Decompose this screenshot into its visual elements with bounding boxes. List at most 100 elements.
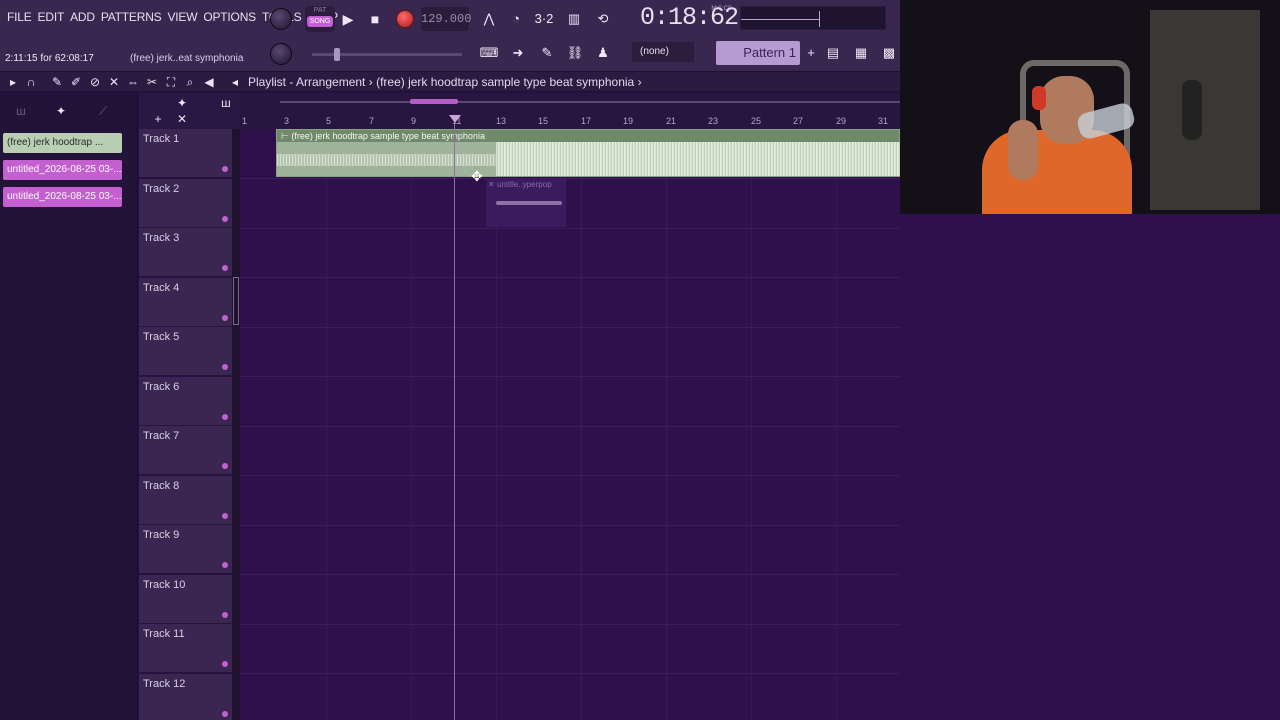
- step-edit-icon[interactable]: ▥: [561, 7, 587, 31]
- link-icon[interactable]: ⛓: [562, 41, 588, 65]
- picker-link-icon[interactable]: ⟋: [94, 101, 112, 121]
- track-header[interactable]: Track 10: [139, 574, 232, 624]
- track-header[interactable]: Track 6: [139, 376, 232, 426]
- mute-tool-icon[interactable]: ✕: [105, 72, 123, 92]
- zoom-tool-icon[interactable]: ⌕: [181, 72, 199, 92]
- paint-tool-icon[interactable]: ✐: [67, 72, 85, 92]
- record-button[interactable]: [395, 9, 415, 29]
- monitor-tick: [819, 11, 820, 27]
- channel-rack-icon[interactable]: ▩: [876, 41, 902, 65]
- menu-options[interactable]: OPTIONS: [200, 10, 259, 24]
- slice-tool-icon[interactable]: ✂: [143, 72, 161, 92]
- track-mute-indicator[interactable]: [222, 314, 228, 321]
- webcam-shelf: [1150, 10, 1260, 210]
- piano-roll-icon[interactable]: ▦: [848, 41, 874, 65]
- delete-tool-icon[interactable]: ⊘: [86, 72, 104, 92]
- menu-view[interactable]: VIEW: [164, 10, 200, 24]
- master-pitch-knob[interactable]: [270, 43, 292, 65]
- timeline-ruler[interactable]: 1 3 5 7 9 11 13 15 17 19 21 23 25 27 29 …: [240, 93, 900, 129]
- track-grid-icon[interactable]: ш: [217, 93, 235, 113]
- metronome-icon[interactable]: ⋀: [476, 7, 502, 31]
- horizontal-scrollbar[interactable]: [280, 101, 900, 103]
- stop-button[interactable]: ■: [363, 7, 387, 31]
- countdown-icon[interactable]: 3·2: [531, 7, 557, 31]
- playlist-header: ▸ ∩ ✎ ✐ ⊘ ✕ ⇔ ✂ ⛶ ⌕ ◀ ◂ Playlist - Arran…: [0, 72, 900, 92]
- loop-record-icon[interactable]: ⟲: [590, 7, 616, 31]
- audio-clip[interactable]: ⊢ (free) jerk hoodtrap sample type beat …: [276, 129, 900, 177]
- track-scrollbar[interactable]: [232, 129, 240, 720]
- breadcrumb-arrow-icon: ›: [637, 75, 642, 89]
- track-name: Track 4: [143, 281, 180, 294]
- snap-select[interactable]: (none): [632, 42, 694, 62]
- master-slider-thumb[interactable]: [334, 48, 340, 61]
- arrangement-arrow-icon[interactable]: ◂: [226, 72, 244, 92]
- playhead-marker[interactable]: [449, 115, 461, 123]
- track-mute-indicator[interactable]: [222, 512, 228, 519]
- play-button[interactable]: ▶: [336, 7, 360, 31]
- audio-waveform-quiet: [277, 154, 496, 166]
- menu-patterns[interactable]: PATTERNS: [98, 10, 165, 24]
- menu-file[interactable]: FILE: [4, 10, 35, 24]
- tempo-display[interactable]: 129.000: [421, 7, 471, 31]
- track-mute-indicator[interactable]: [222, 166, 228, 172]
- wait-input-icon[interactable]: ◔: [503, 7, 529, 31]
- arrangement-area-extension[interactable]: [900, 214, 1280, 720]
- track-header[interactable]: Track 9: [139, 525, 232, 574]
- song-time-display[interactable]: 0:18:62 M:S:CS: [640, 2, 739, 34]
- track-mute-indicator[interactable]: [222, 710, 228, 717]
- track-scrollbar-thumb[interactable]: [233, 277, 239, 325]
- status-hint: (free) jerk..eat symphonia: [130, 53, 244, 64]
- pattern-selector[interactable]: Pattern 1: [716, 41, 800, 65]
- track-header[interactable]: Track 7: [139, 426, 232, 475]
- stamp-icon[interactable]: ♟: [590, 41, 616, 65]
- picker-clip-audio[interactable]: (free) jerk hoodtrap ...: [3, 133, 122, 153]
- playlist-icon[interactable]: ▤: [820, 41, 846, 65]
- magnet-icon[interactable]: ∩: [22, 72, 40, 92]
- track-header[interactable]: Track 2: [139, 178, 232, 228]
- track-mute-indicator[interactable]: [222, 413, 228, 420]
- select-tool-icon[interactable]: ⛶: [162, 72, 180, 92]
- pencil-tool-icon[interactable]: ✎: [48, 72, 66, 92]
- row-line: [240, 426, 900, 427]
- row-line: [240, 475, 900, 476]
- ruler-bar-number: 23: [708, 116, 719, 126]
- track-mute-indicator[interactable]: [222, 562, 228, 568]
- master-volume-knob[interactable]: [270, 8, 292, 30]
- track-header[interactable]: Track 12: [139, 673, 232, 720]
- pattern-clip[interactable]: ✕ untitle..yperpop: [486, 179, 566, 227]
- track-mute-indicator[interactable]: [222, 463, 228, 469]
- picker-filter-icon[interactable]: ш: [12, 101, 30, 121]
- picker-sort-icon[interactable]: ✦: [52, 101, 70, 121]
- track-mute-indicator[interactable]: [222, 215, 228, 222]
- playlist-menu-icon[interactable]: ▸: [4, 72, 22, 92]
- track-mode-icon[interactable]: ✦: [173, 93, 191, 113]
- picker-clip-pattern[interactable]: untitled_2026-08-25 03-...: [3, 187, 122, 207]
- breadcrumb-arrangement[interactable]: Playlist - Arrangement: [248, 75, 365, 89]
- playback-tool-icon[interactable]: ◀: [200, 72, 218, 92]
- track-header[interactable]: Track 8: [139, 475, 232, 525]
- track-mute-indicator[interactable]: [222, 661, 228, 667]
- track-mute-indicator[interactable]: [222, 364, 228, 370]
- track-header[interactable]: Track 4: [139, 277, 232, 327]
- add-track-icon[interactable]: +: [149, 109, 167, 129]
- picker-clip-pattern[interactable]: untitled_2026-08-25 03-...: [3, 160, 122, 180]
- horizontal-scrollbar-thumb[interactable]: [410, 99, 458, 104]
- menu-add[interactable]: ADD: [67, 10, 98, 24]
- track-mute-indicator[interactable]: [222, 611, 228, 618]
- track-header[interactable]: Track 3: [139, 228, 232, 277]
- arrangement-area[interactable]: 1 3 5 7 9 11 13 15 17 19 21 23 25 27 29 …: [240, 93, 900, 720]
- pencil-icon[interactable]: ✎: [534, 41, 560, 65]
- pat-song-toggle[interactable]: PAT SONG: [305, 6, 335, 32]
- arrow-right-icon[interactable]: ➜: [505, 41, 531, 65]
- grid-line: [666, 129, 667, 720]
- menu-edit[interactable]: EDIT: [35, 10, 68, 24]
- track-mute-indicator[interactable]: [222, 265, 228, 271]
- track-header[interactable]: Track 5: [139, 327, 232, 376]
- breadcrumb-clip[interactable]: (free) jerk hoodtrap sample type beat sy…: [376, 75, 634, 89]
- track-header[interactable]: Track 11: [139, 624, 232, 673]
- track-header[interactable]: Track 1: [139, 129, 232, 178]
- grid-line: [581, 129, 582, 720]
- typing-keyboard-icon[interactable]: ⌨: [476, 41, 502, 65]
- master-slider[interactable]: [312, 48, 462, 61]
- slip-tool-icon[interactable]: ⇔: [124, 72, 142, 92]
